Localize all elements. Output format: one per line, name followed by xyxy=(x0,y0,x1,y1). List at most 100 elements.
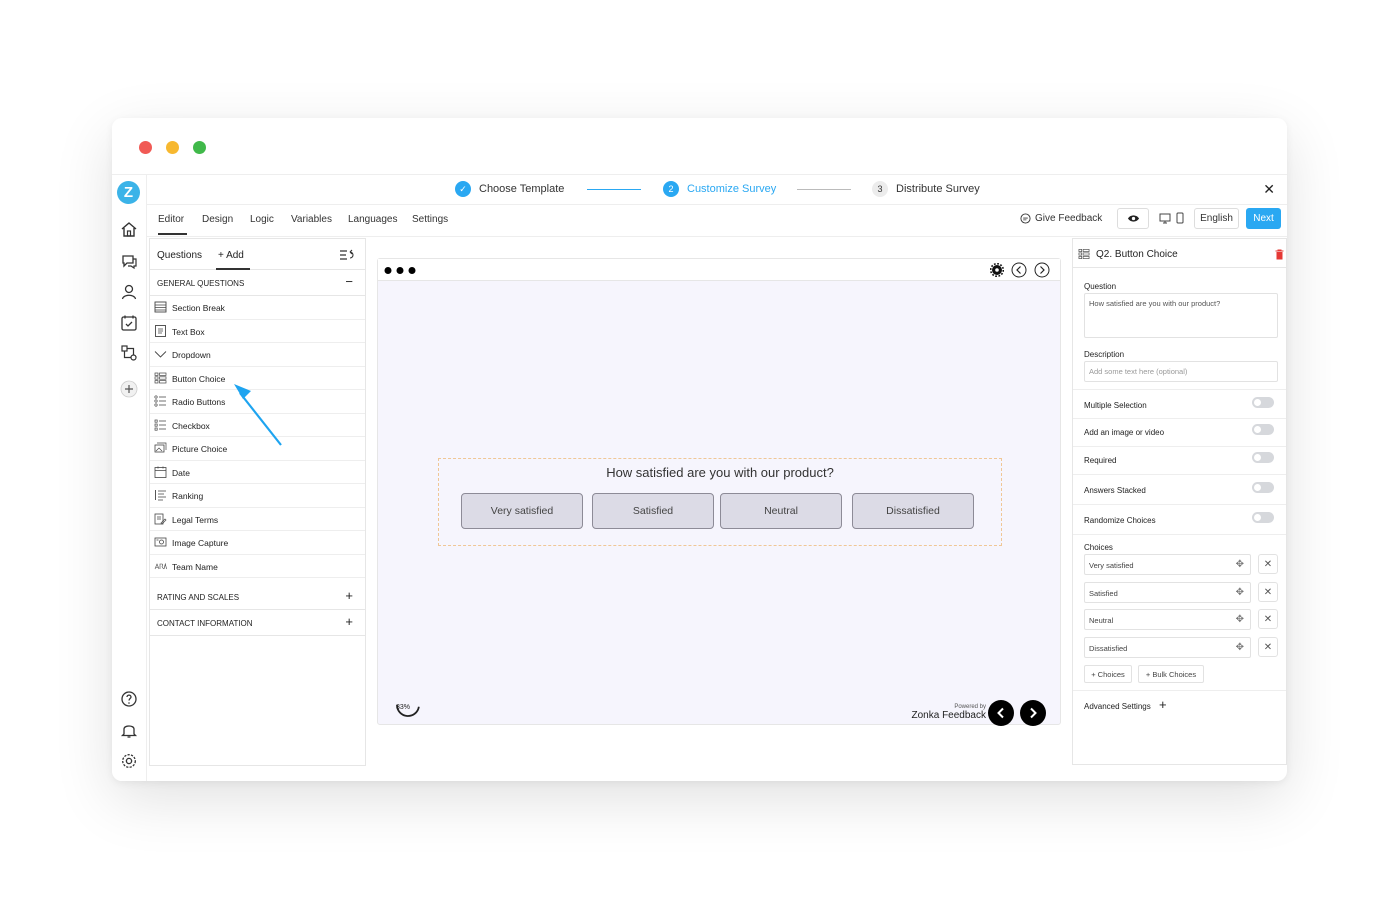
step-number: 3 xyxy=(872,181,888,197)
survey-back-button[interactable] xyxy=(988,700,1014,726)
canvas-toolbar xyxy=(378,259,1060,281)
questions-tab[interactable]: Questions xyxy=(157,250,202,261)
tab-editor[interactable]: Editor xyxy=(158,214,188,235)
language-select[interactable]: English xyxy=(1194,208,1239,229)
notifications-bell-icon[interactable] xyxy=(119,720,139,740)
advanced-settings-row[interactable]: Advanced Settings + xyxy=(1073,690,1286,722)
choice-very-satisfied[interactable]: Very satisfied xyxy=(461,493,583,529)
step-connector xyxy=(587,189,641,190)
choice-input[interactable]: Neutral ✥ xyxy=(1084,609,1251,630)
bulk-choices-button[interactable]: + Bulk Choices xyxy=(1138,665,1204,683)
choice-satisfied[interactable]: Satisfied xyxy=(592,493,714,529)
calendar-check-icon[interactable] xyxy=(119,313,139,333)
previous-question-icon[interactable] xyxy=(1011,262,1027,278)
general-questions-section[interactable]: GENERAL QUESTIONS − xyxy=(150,270,365,296)
add-circle-icon[interactable] xyxy=(119,379,139,399)
help-icon[interactable] xyxy=(119,689,139,709)
add-question-tab[interactable]: + Add xyxy=(218,250,244,261)
zonka-logo[interactable]: Z xyxy=(117,181,140,204)
feedback-icon[interactable] xyxy=(119,251,139,271)
question-preview-box[interactable]: How satisfied are you with our product? … xyxy=(438,458,1002,546)
choice-input[interactable]: Very satisfied ✥ xyxy=(1084,554,1251,575)
tab-design[interactable]: Design xyxy=(202,214,233,225)
tab-logic[interactable]: Logic xyxy=(250,214,274,225)
question-type-label: Legal Terms xyxy=(172,514,219,525)
canvas-settings-gear-icon[interactable] xyxy=(990,263,1004,277)
drag-move-icon[interactable]: ✥ xyxy=(1236,559,1244,570)
expand-icon[interactable]: + xyxy=(345,614,353,629)
step-connector xyxy=(797,189,851,190)
remove-choice-button[interactable]: ✕ xyxy=(1258,582,1278,602)
step-done-check-icon: ✓ xyxy=(455,181,471,197)
survey-forward-button[interactable] xyxy=(1020,700,1046,726)
expand-icon[interactable]: + xyxy=(1159,697,1167,712)
add-image-toggle[interactable] xyxy=(1252,424,1274,435)
next-question-icon[interactable] xyxy=(1034,262,1050,278)
choice-text: Neutral xyxy=(1089,616,1114,625)
collapse-icon[interactable]: − xyxy=(345,274,353,289)
expand-icon[interactable]: + xyxy=(345,588,353,603)
question-type-ranking[interactable]: Ranking xyxy=(150,484,365,508)
tab-variables[interactable]: Variables xyxy=(291,214,332,225)
randomize-choices-toggle[interactable] xyxy=(1252,512,1274,523)
next-button[interactable]: Next xyxy=(1246,208,1281,229)
dropdown-icon xyxy=(154,351,167,358)
remove-choice-button[interactable]: ✕ xyxy=(1258,554,1278,574)
rating-and-scales-section[interactable]: RATING AND SCALES + xyxy=(150,584,365,610)
maximize-window-button[interactable] xyxy=(193,141,206,154)
question-type-section-break[interactable]: Section Break xyxy=(150,296,365,320)
drag-move-icon[interactable]: ✥ xyxy=(1236,587,1244,598)
question-preview-title: How satisfied are you with our product? xyxy=(606,465,834,480)
question-type-team-name[interactable]: Team Name xyxy=(150,555,365,578)
choice-dissatisfied[interactable]: Dissatisfied xyxy=(852,493,974,529)
preview-button[interactable] xyxy=(1117,208,1149,229)
step-choose-template[interactable]: ✓ Choose Template xyxy=(455,181,564,197)
integrations-icon[interactable] xyxy=(119,343,139,363)
delete-trash-icon[interactable] xyxy=(1275,249,1284,260)
contact-information-section[interactable]: CONTACT INFORMATION + xyxy=(150,610,365,636)
user-icon[interactable] xyxy=(119,282,139,302)
give-feedback-button[interactable]: Give Feedback xyxy=(1020,213,1102,224)
question-type-image-capture[interactable]: Image Capture xyxy=(150,531,365,555)
mobile-view-icon[interactable] xyxy=(1176,212,1184,224)
remove-choice-button[interactable]: ✕ xyxy=(1258,637,1278,657)
drag-move-icon[interactable]: ✥ xyxy=(1236,614,1244,625)
question-type-date[interactable]: Date xyxy=(150,461,365,484)
date-icon xyxy=(154,466,167,478)
add-choices-button[interactable]: + Choices xyxy=(1084,665,1132,683)
close-window-button[interactable] xyxy=(139,141,152,154)
team-name-icon xyxy=(154,562,167,569)
multiple-selection-toggle[interactable] xyxy=(1252,397,1274,408)
step-number: 2 xyxy=(663,181,679,197)
question-type-label: Image Capture xyxy=(172,538,229,548)
choice-input[interactable]: Satisfied ✥ xyxy=(1084,582,1251,603)
tab-settings[interactable]: Settings xyxy=(412,214,448,225)
question-settings-panel: Q2. Button Choice Question How satisfied… xyxy=(1072,238,1287,765)
app-window: Z ✓ Choose Template 2 Customize Survey 3… xyxy=(112,118,1287,781)
choice-input[interactable]: Dissatisfied ✥ xyxy=(1084,637,1251,658)
question-type-text-box[interactable]: Text Box xyxy=(150,320,365,343)
minimize-window-button[interactable] xyxy=(166,141,179,154)
section-break-icon xyxy=(154,301,167,313)
question-text-input[interactable]: How satisfied are you with our product? xyxy=(1084,293,1278,338)
toggle-label: Answers Stacked xyxy=(1084,486,1146,495)
remove-choice-button[interactable]: ✕ xyxy=(1258,609,1278,629)
question-type-legal-terms[interactable]: Legal Terms xyxy=(150,508,365,531)
description-input[interactable]: Add some text here (optional) xyxy=(1084,361,1278,382)
desktop-view-icon[interactable] xyxy=(1159,213,1171,224)
tab-languages[interactable]: Languages xyxy=(348,214,398,225)
close-editor-icon[interactable]: ✕ xyxy=(1263,181,1275,198)
step-customize-survey[interactable]: 2 Customize Survey xyxy=(663,181,776,197)
home-icon[interactable] xyxy=(119,220,139,240)
text-box-icon xyxy=(155,324,166,337)
more-dots-icon[interactable] xyxy=(384,266,422,275)
settings-gear-icon[interactable] xyxy=(119,751,139,771)
required-toggle[interactable] xyxy=(1252,452,1274,463)
question-type-dropdown[interactable]: Dropdown xyxy=(150,343,365,367)
answers-stacked-toggle[interactable] xyxy=(1252,482,1274,493)
choice-neutral[interactable]: Neutral xyxy=(720,493,842,529)
collapse-list-icon[interactable] xyxy=(339,249,355,261)
drag-move-icon[interactable]: ✥ xyxy=(1236,642,1244,653)
question-settings-header: Q2. Button Choice xyxy=(1073,239,1286,268)
step-distribute-survey[interactable]: 3 Distribute Survey xyxy=(872,181,980,197)
